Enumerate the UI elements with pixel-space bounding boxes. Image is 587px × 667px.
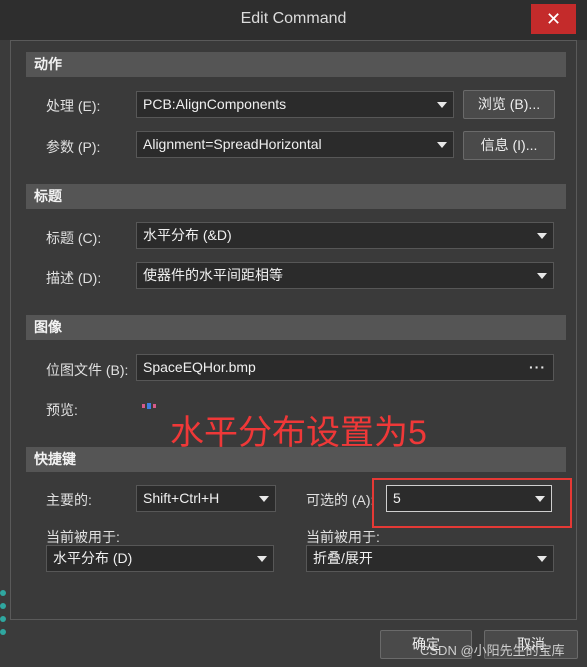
params-label: 参数 (P): <box>46 139 101 155</box>
used-by-value-left: 水平分布 (D) <box>53 550 133 566</box>
bitmap-field[interactable]: SpaceEQHor.bmp ··· <box>136 354 554 381</box>
used-by-dropdown-right[interactable]: 折叠/展开 <box>306 545 554 572</box>
process-dropdown[interactable]: PCB:AlignComponents <box>136 91 454 118</box>
used-by-label-left: 当前被用于: <box>46 529 120 545</box>
bitmap-label: 位图文件 (B): <box>46 362 129 378</box>
description-value: 使器件的水平间距相等 <box>143 267 283 283</box>
optional-label: 可选的 (A): <box>306 492 375 508</box>
process-value: PCB:AlignComponents <box>143 96 287 112</box>
browse-button[interactable]: 浏览 (B)... <box>463 90 555 119</box>
used-by-value-right: 折叠/展开 <box>313 550 373 566</box>
align-preview-icon <box>142 403 156 409</box>
highlight-box <box>372 478 572 528</box>
more-icon[interactable]: ··· <box>529 355 546 380</box>
bitmap-value: SpaceEQHor.bmp <box>143 359 256 375</box>
section-action-header: 动作 <box>26 52 566 77</box>
caption-dropdown[interactable]: 水平分布 (&D) <box>136 222 554 249</box>
title-bar: Edit Command ✕ <box>0 0 587 40</box>
close-button[interactable]: ✕ <box>531 4 576 34</box>
section-title-header: 标题 <box>26 184 566 209</box>
background-strip <box>0 590 7 650</box>
caption-label: 标题 (C): <box>46 230 102 246</box>
used-by-label-right: 当前被用于: <box>306 529 380 545</box>
window-title: Edit Command <box>240 10 347 27</box>
chevron-down-icon <box>537 233 547 239</box>
description-dropdown[interactable]: 使器件的水平间距相等 <box>136 262 554 289</box>
section-shortcut-header: 快捷键 <box>26 447 566 472</box>
description-label: 描述 (D): <box>46 270 102 286</box>
chevron-down-icon <box>537 556 547 562</box>
section-image-header: 图像 <box>26 315 566 340</box>
watermark: CSDN @小阳先生的宝库 <box>420 643 565 658</box>
process-label: 处理 (E): <box>46 98 101 114</box>
chevron-down-icon <box>259 496 269 502</box>
chevron-down-icon <box>437 142 447 148</box>
preview-label: 预览: <box>46 402 78 418</box>
primary-label: 主要的: <box>46 492 92 508</box>
used-by-dropdown-left[interactable]: 水平分布 (D) <box>46 545 274 572</box>
params-value: Alignment=SpreadHorizontal <box>143 136 322 152</box>
params-dropdown[interactable]: Alignment=SpreadHorizontal <box>136 131 454 158</box>
info-button[interactable]: 信息 (I)... <box>463 131 555 160</box>
primary-shortcut-dropdown[interactable]: Shift+Ctrl+H <box>136 485 276 512</box>
chevron-down-icon <box>537 273 547 279</box>
caption-value: 水平分布 (&D) <box>143 227 232 243</box>
primary-shortcut-value: Shift+Ctrl+H <box>143 490 220 506</box>
chevron-down-icon <box>437 102 447 108</box>
close-icon: ✕ <box>545 9 562 29</box>
chevron-down-icon <box>257 556 267 562</box>
